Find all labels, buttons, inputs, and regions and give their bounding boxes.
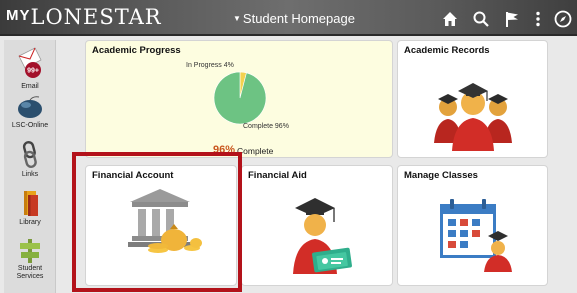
sidebar-item-label: Student Services [16,265,44,280]
sidebar-item-library[interactable]: Library [4,188,56,227]
tile-manage-classes[interactable]: Manage Classes [397,165,548,286]
complete-label: Complete 96% [243,123,289,130]
calendar-student-icon [440,199,512,272]
sidebar-item-label: Library [19,219,41,226]
tile-title: Academic Progress [92,45,181,56]
sidebar-item-links[interactable]: Links [4,140,56,179]
tile-title: Manage Classes [404,170,478,181]
tile-financial-aid[interactable]: Financial Aid [241,165,393,286]
page-title-dropdown[interactable]: ▼ Student Homepage [233,11,355,26]
complete-text: Complete [237,146,274,156]
in-progress-label: In Progress 4% [186,62,234,69]
caret-down-icon: ▼ [233,14,241,23]
pie-slice-complete [213,71,267,125]
chain-link-icon [22,141,37,168]
mylonestar-logo[interactable]: MYLONESTAR [6,5,162,29]
top-navbar: MYLONESTAR ▼ Student Homepage [0,0,577,36]
home-icon[interactable] [441,10,459,28]
sidebar-item-lsc-online[interactable]: LSC-Online [4,95,56,130]
sidebar-item-email[interactable]: 99+ Email [4,46,56,91]
tile-academic-records[interactable]: Academic Records [397,40,548,158]
highlight-box [72,152,242,292]
books-icon [24,191,38,216]
email-icon: 99+ [18,47,42,78]
sidebar-item-student-services[interactable]: Student Services [4,238,56,281]
mouse-icon [18,96,42,118]
more-icon[interactable] [529,10,547,28]
graduate-money-icon [293,198,352,274]
sidebar-item-label: LSC-Online [11,122,49,129]
sidebar-item-label: Links [21,171,39,178]
email-badge: 99+ [27,68,39,75]
search-icon[interactable] [472,10,490,28]
tile-title: Academic Records [404,45,490,56]
tile-title: Financial Aid [248,170,307,181]
tile-academic-progress[interactable]: Academic Progress In Progress 4% Complet… [85,40,393,158]
navbar-compass-icon[interactable] [554,10,572,28]
flag-icon[interactable] [503,10,521,28]
progress-pie-chart [213,71,267,125]
sidebar-item-label: Email [21,83,39,90]
signpost-icon [20,239,40,263]
sidebar: 99+ Email LSC-Online Links Library Stude… [4,40,56,293]
graduates-icon [434,83,512,151]
